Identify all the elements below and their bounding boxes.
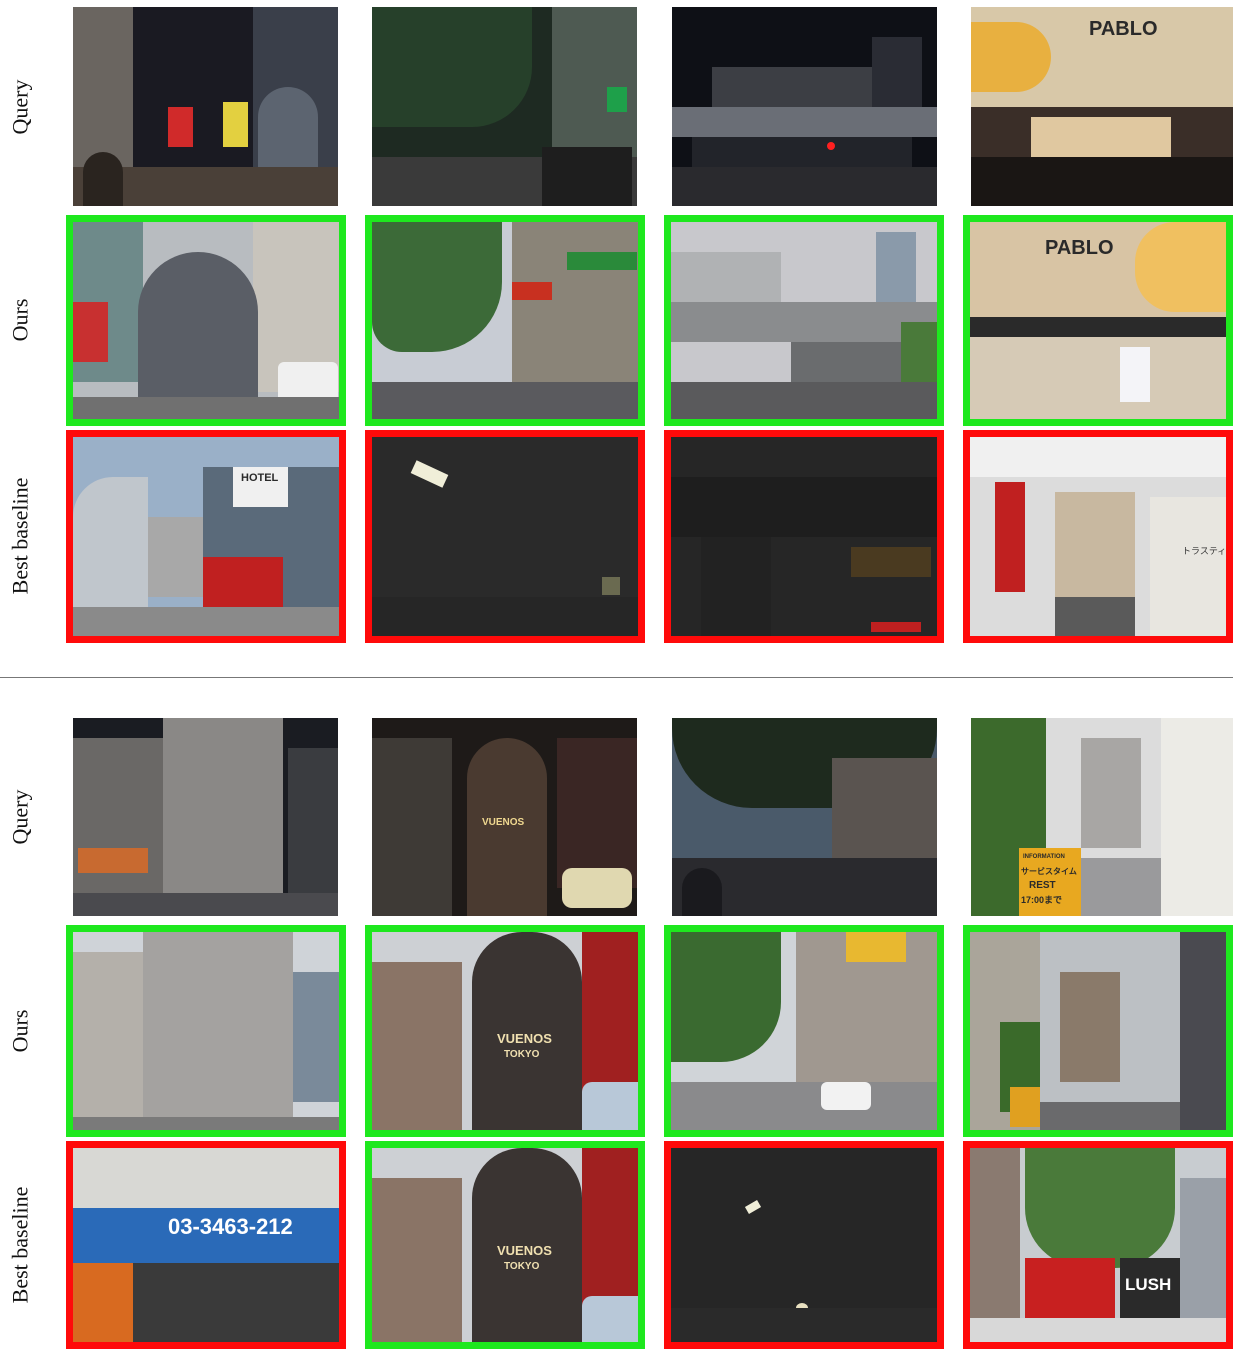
ours-image-4: PABLO — [963, 215, 1233, 426]
query-image-7 — [672, 718, 937, 916]
vuenos-sign: VUENOS — [497, 1031, 552, 1046]
query-image-6: VUENOS — [372, 718, 637, 916]
ours-image-3 — [664, 215, 944, 426]
row-label-ours-top: Ours — [7, 298, 32, 342]
query-image-8: INFORMATION サービスタイム REST 17:00まで — [971, 718, 1233, 916]
vuenos-sign: VUENOS — [497, 1243, 552, 1258]
baseline-image-2 — [365, 430, 645, 643]
group-divider — [0, 677, 1233, 678]
time-sign: 17:00まで — [1021, 895, 1063, 905]
vuenos-sign: VUENOS — [482, 817, 525, 828]
baseline-image-4: トラスティ — [963, 430, 1233, 643]
lush-sign: LUSH — [1125, 1275, 1172, 1294]
pablo-sign: PABLO — [1045, 237, 1114, 259]
ours-image-1 — [66, 215, 346, 426]
rest-sign: REST — [1029, 880, 1056, 891]
baseline-image-6: VUENOS TOKYO — [365, 1141, 645, 1349]
baseline-image-5: 03-3463-212 — [66, 1141, 346, 1349]
tokyo-sign: TOKYO — [504, 1049, 540, 1060]
ours-image-6: VUENOS TOKYO — [365, 925, 645, 1137]
row-label-query-bottom: Query — [7, 789, 33, 845]
ours-image-7 — [664, 925, 944, 1137]
ours-image-8 — [963, 925, 1233, 1137]
baseline-image-1: HOTEL — [66, 430, 346, 643]
hotel-name-sign: トラスティ — [1182, 546, 1226, 556]
baseline-image-8: LUSH — [963, 1141, 1233, 1349]
ours-image-2 — [365, 215, 645, 426]
phone-number-sign: 03-3463-212 — [168, 1214, 293, 1239]
hotel-sign: HOTEL — [241, 472, 279, 484]
information-sign: INFORMATION — [1023, 854, 1065, 860]
row-label-query-top: Query — [7, 79, 33, 135]
row-label-baseline-bottom: Best baseline — [7, 1186, 33, 1304]
query-image-1 — [73, 7, 338, 206]
baseline-image-7 — [664, 1141, 944, 1349]
row-label-baseline-top: Best baseline — [7, 477, 33, 595]
tokyo-sign: TOKYO — [504, 1261, 540, 1272]
ours-image-5 — [66, 925, 346, 1137]
row-label-ours-bottom: Ours — [7, 1009, 32, 1053]
pablo-sign: PABLO — [1089, 18, 1158, 40]
query-image-3 — [672, 7, 937, 206]
query-image-2 — [372, 7, 637, 206]
query-image-5 — [73, 718, 338, 916]
baseline-image-3 — [664, 430, 944, 643]
query-image-4: PABLO — [971, 7, 1233, 206]
service-time-sign: サービスタイム — [1021, 867, 1077, 876]
